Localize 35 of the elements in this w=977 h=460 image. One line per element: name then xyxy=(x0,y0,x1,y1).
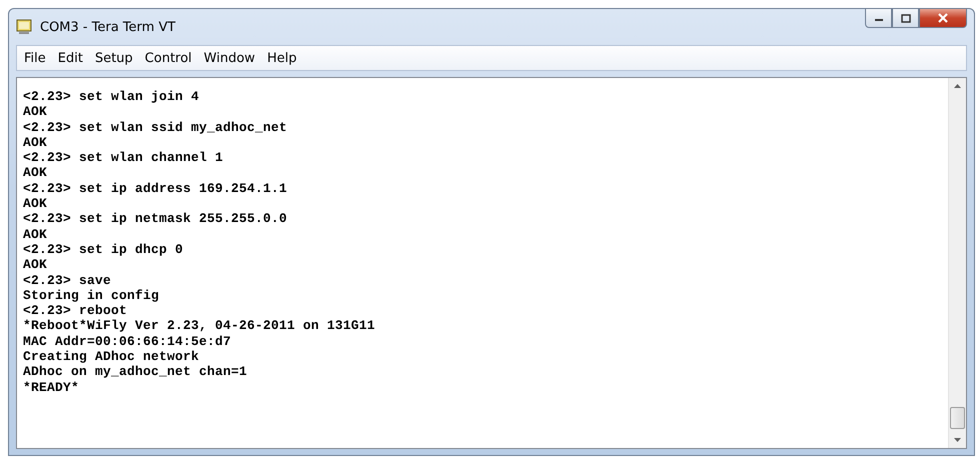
menu-item[interactable]: Setup xyxy=(90,48,140,68)
terminal-line: Storing in config xyxy=(23,288,160,304)
terminal-line: AOK xyxy=(23,257,48,273)
terminal-line: <2.23> set wlan ssid my_adhoc_net xyxy=(23,120,288,135)
terminal-line: <2.23> set ip address 169.254.1.1 xyxy=(23,180,288,196)
maximize-button[interactable] xyxy=(892,8,919,28)
terminal-line: *READY* xyxy=(23,380,80,395)
scroll-thumb[interactable] xyxy=(950,407,965,429)
terminal-line: <2.23> reboot xyxy=(23,303,128,318)
terminal-icon xyxy=(16,19,32,35)
terminal-line: <2.23> save xyxy=(23,272,112,288)
terminal-line: MAC Addr=00:06:66:14:5e:d7 xyxy=(23,334,232,350)
terminal-line: ADhoc on my_adhoc_net chan=1 xyxy=(23,364,248,380)
terminal-line: <2.23> set ip netmask 255.255.0.0 xyxy=(23,211,288,227)
terminal-line: AOK xyxy=(23,134,48,150)
minimize-button[interactable] xyxy=(865,8,892,28)
terminal-line: AOK xyxy=(23,226,48,242)
close-icon xyxy=(937,13,949,23)
menu-item[interactable]: Control xyxy=(140,48,199,68)
terminal-line: Creating ADhoc network xyxy=(23,349,200,364)
close-button[interactable] xyxy=(919,8,967,28)
menu-item[interactable]: Window xyxy=(198,48,262,68)
scrollbar[interactable] xyxy=(948,78,966,448)
terminal-line: AOK xyxy=(23,165,48,181)
window-title: COM3 - Tera Term VT xyxy=(40,20,176,34)
maximize-icon xyxy=(900,14,910,22)
terminal-line: <2.23> set ip dhcp 0 xyxy=(23,242,184,258)
terminal-line: AOK xyxy=(23,104,48,120)
terminal-line: <2.23> set wlan join 4 xyxy=(23,89,200,104)
terminal-line: *Reboot*WiFly Ver 2.23, 04-26-2011 on 131G11 xyxy=(23,318,376,334)
menu-item[interactable]: Edit xyxy=(52,48,90,68)
menu-item[interactable]: Help xyxy=(262,48,304,68)
terminal-line: <2.23> set wlan channel 1 xyxy=(23,150,224,166)
terminal-line: AOK xyxy=(23,196,48,212)
menu-item[interactable]: File xyxy=(19,48,53,68)
